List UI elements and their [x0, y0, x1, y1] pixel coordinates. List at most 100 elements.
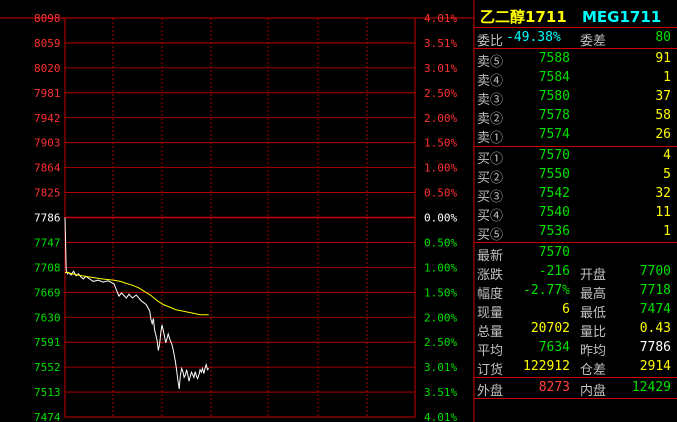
- sell-label: 卖⑤: [477, 55, 504, 70]
- buy-label: 买②: [477, 171, 504, 186]
- buy-price: 7550: [538, 167, 570, 182]
- pct-tick-label: 3.51%: [424, 386, 457, 399]
- price-tick-label: 7825: [34, 187, 61, 200]
- buy-label: 买①: [477, 152, 504, 167]
- stat-oi: 订货 122912 仓差 2914: [474, 358, 675, 378]
- pct-tick-label: 1.50%: [424, 137, 457, 150]
- low-label: 最低: [580, 306, 607, 321]
- buy-label: 买③: [477, 190, 504, 205]
- price-tick-label: 7708: [34, 261, 61, 274]
- pct-tick-label: 2.50%: [424, 336, 457, 349]
- weibi-row: 委比 -49.38% 委差 80: [474, 29, 675, 49]
- pct-tick-label: 0.50%: [424, 236, 457, 249]
- price-tick-label: 7474: [34, 411, 61, 422]
- contract-name: 乙二醇1711: [480, 8, 567, 26]
- inner-label: 内盘: [580, 384, 607, 399]
- sell-label: 卖②: [477, 112, 504, 127]
- price-tick-label: 8059: [34, 37, 61, 50]
- price-line: [64, 217, 210, 389]
- price-tick-label: 7942: [34, 112, 61, 125]
- price-tick-label: 7747: [34, 236, 61, 249]
- price-tick-label: 7591: [34, 336, 61, 349]
- price-axis: 8098 8059 8020 7981 7942 7903 7864 7825 7786 7747…: [34, 12, 61, 422]
- open-value: 7700: [639, 264, 671, 279]
- outer-value: 8273: [538, 380, 570, 395]
- weidiff-label: 委差: [580, 34, 607, 49]
- sell-price: 7574: [538, 127, 570, 142]
- weidiff-value: 80: [655, 30, 671, 45]
- sell-volume: 37: [655, 89, 671, 104]
- change-label: 涨跌: [477, 268, 504, 283]
- sell-row: 卖③ 7580 37: [474, 88, 675, 108]
- buy-volume: 5: [663, 167, 671, 182]
- stat-pct: 幅度 -2.77% 最高 7718: [474, 282, 675, 302]
- latest-label: 最新: [477, 249, 504, 264]
- buy-volume: 1: [663, 224, 671, 239]
- pct-tick-label: 4.01%: [424, 12, 457, 25]
- oidiff-value: 2914: [639, 359, 671, 374]
- pct-tick-label: 1.00%: [424, 162, 457, 175]
- buy-price: 7542: [538, 186, 570, 201]
- sell-row: 卖⑤ 7588 91: [474, 50, 675, 70]
- pct-tick-label: 3.01%: [424, 361, 457, 374]
- buy-row: 买③ 7542 32: [474, 185, 675, 205]
- weibi-value: -49.38%: [506, 30, 561, 45]
- price-tick-label: 7669: [34, 286, 61, 299]
- pct-value: -2.77%: [523, 283, 570, 298]
- sell-label: 卖③: [477, 93, 504, 108]
- stat-totalvol: 总量 20702 量比 0.43: [474, 320, 675, 340]
- avg-label: 平均: [477, 344, 504, 359]
- outer-label: 外盘: [477, 384, 504, 399]
- price-tick-label: 7513: [34, 386, 61, 399]
- average-line: [65, 272, 209, 316]
- sell-volume: 91: [655, 51, 671, 66]
- open-label: 开盘: [580, 268, 607, 283]
- avg-value: 7634: [538, 340, 570, 355]
- prevclose-value: 7786: [639, 340, 671, 355]
- pct-label: 幅度: [477, 287, 504, 302]
- contract-code: MEG1711: [581, 8, 662, 26]
- pct-tick-label: 1.00%: [424, 261, 457, 274]
- curvol-value: 6: [562, 302, 570, 317]
- pct-tick-label: 3.01%: [424, 62, 457, 75]
- price-tick-label: 7630: [34, 311, 61, 324]
- pct-tick-label: 2.50%: [424, 87, 457, 100]
- buy-volume: 32: [655, 186, 671, 201]
- price-tick-label: 7552: [34, 361, 61, 374]
- pct-tick-label: 4.01%: [424, 411, 457, 422]
- pct-tick-label: 2.00%: [424, 112, 457, 125]
- sell-row: 卖④ 7584 1: [474, 69, 675, 89]
- volratio-value: 0.43: [639, 321, 671, 336]
- stat-change: 涨跌 -216 开盘 7700: [474, 263, 675, 283]
- stat-latest: 最新 7570: [474, 244, 675, 264]
- sell-price: 7580: [538, 89, 570, 104]
- stat-avg: 平均 7634 昨均 7786: [474, 339, 675, 359]
- price-tick-label: 7864: [34, 162, 61, 175]
- pct-tick-label: 1.50%: [424, 286, 457, 299]
- oidiff-label: 仓差: [580, 363, 607, 378]
- price-tick-label: 8020: [34, 62, 61, 75]
- quote-panel: 乙二醇1711 MEG1711 委比 -49.38% 委差 80 卖⑤ 7588 9…: [474, 0, 677, 422]
- totalvol-value: 20702: [530, 321, 570, 336]
- sell-label: 卖①: [477, 131, 504, 146]
- sell-label: 卖④: [477, 74, 504, 89]
- pct-tick-label: 0.50%: [424, 187, 457, 200]
- sell-row: 卖② 7578 58: [474, 107, 675, 127]
- change-value: -216: [538, 264, 570, 279]
- sell-price: 7588: [538, 51, 570, 66]
- totalvol-label: 总量: [477, 325, 504, 340]
- pct-tick-label: 3.51%: [424, 37, 457, 50]
- stat-curvol: 现量 6 最低 7474: [474, 301, 675, 321]
- oi-value: 122912: [523, 359, 570, 374]
- prevclose-label: 昨均: [580, 344, 607, 359]
- buy-label: 买④: [477, 209, 504, 224]
- price-tick-label: 7903: [34, 137, 61, 150]
- buy-row: 买① 7570 4: [474, 147, 675, 167]
- low-value: 7474: [639, 302, 671, 317]
- buy-price: 7540: [538, 205, 570, 220]
- price-tick-label: 7786: [34, 212, 61, 225]
- buy-row: 买⑤ 7536 1: [474, 223, 675, 243]
- pct-tick-label: 2.00%: [424, 311, 457, 324]
- sell-volume: 1: [663, 70, 671, 85]
- sell-volume: 26: [655, 127, 671, 142]
